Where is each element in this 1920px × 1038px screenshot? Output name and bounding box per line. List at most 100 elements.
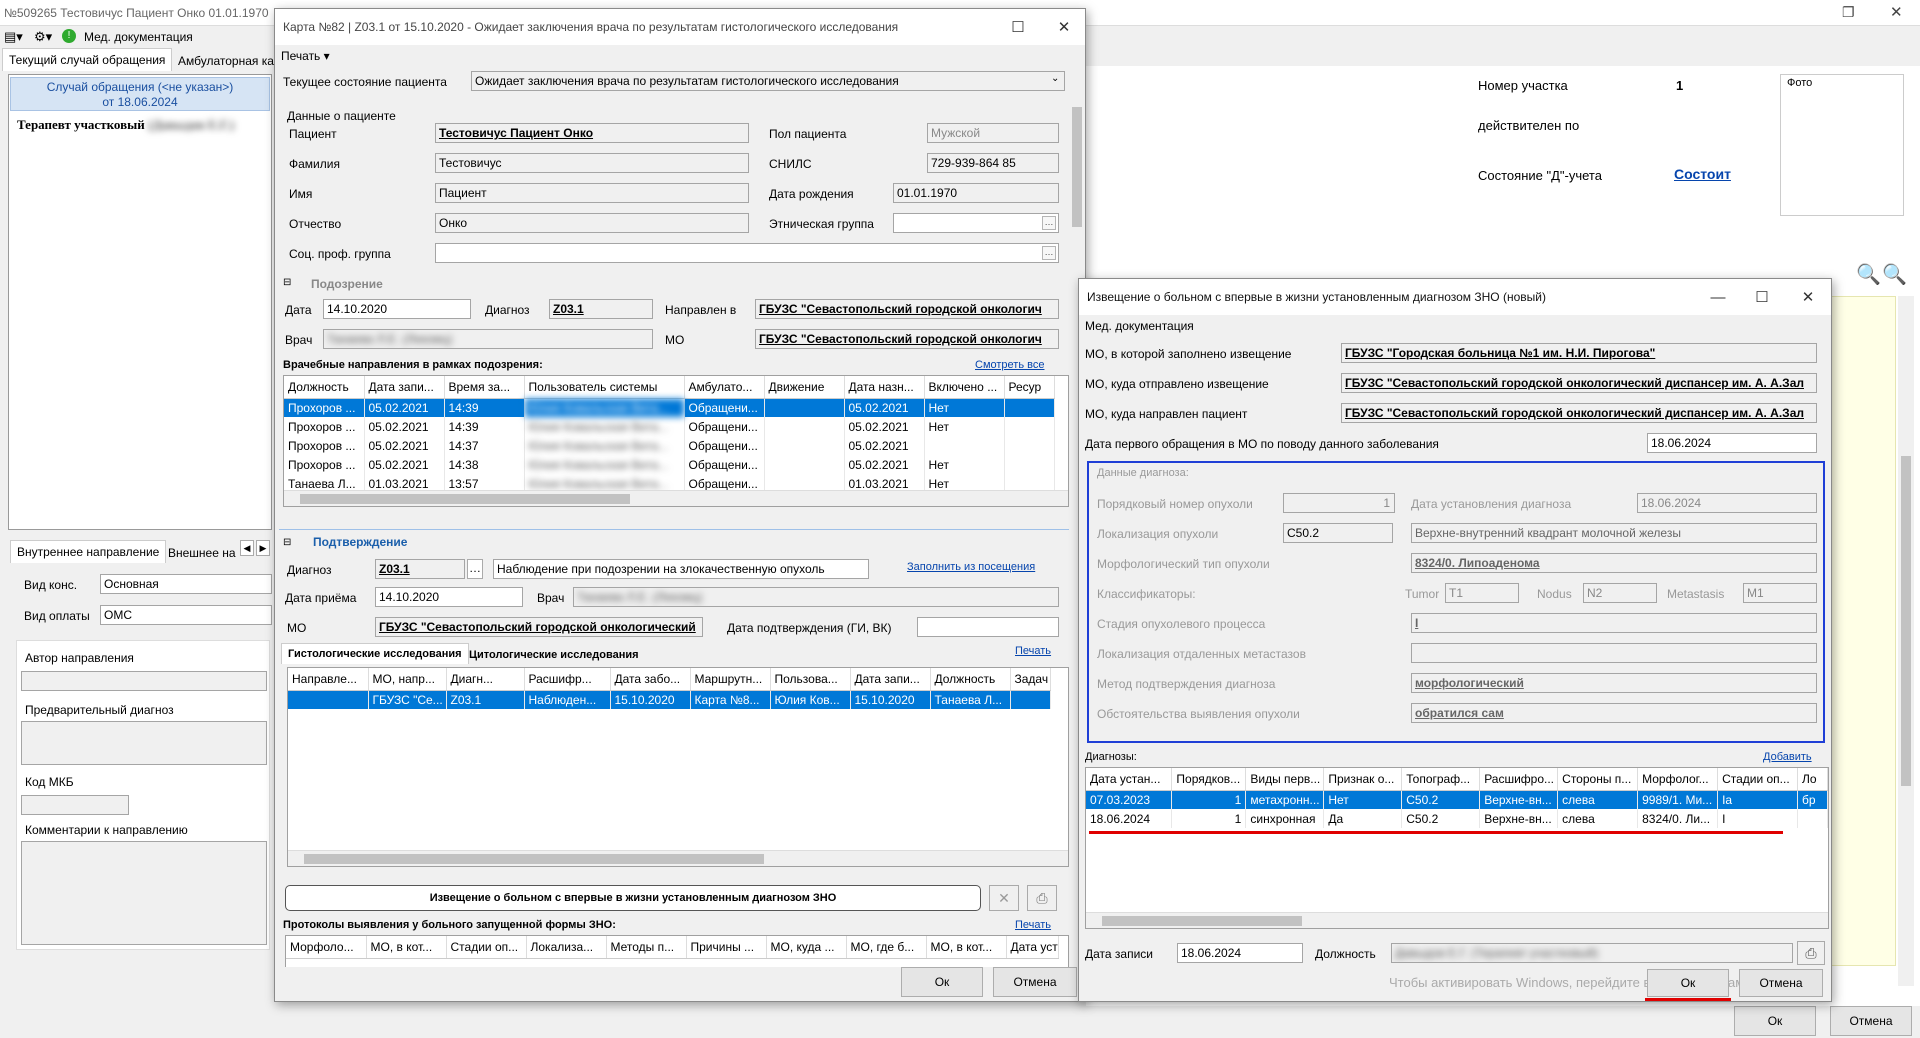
histo-col-header[interactable]: Расшифр... [524,668,611,691]
diag-col-header[interactable]: Признак о... [1323,768,1403,791]
refs-col-header[interactable]: Амбулато... [684,376,765,399]
notice-cancel-button[interactable]: Отмена [1739,969,1823,997]
tab-histology[interactable]: Гистологические исследования [281,643,469,664]
notice-ok-button[interactable]: Ок [1647,969,1729,997]
author-field[interactable] [21,671,267,691]
case-header[interactable]: Случай обращения (<не указан>) от 18.06.… [10,77,270,111]
histo-col-header[interactable]: Задач [1010,668,1051,691]
save-icon[interactable]: ▤▾ [4,29,23,45]
loc-code-field[interactable]: C50.2 [1283,523,1393,543]
diagnoses-hscroll-thumb[interactable] [1102,916,1302,926]
eth-picker-icon[interactable]: … [1042,216,1056,230]
histo-col-header[interactable]: Маршрутн... [690,668,771,691]
card-ok-button[interactable]: Ок [901,967,983,997]
main-cancel-button[interactable]: Отмена [1830,1006,1912,1036]
histo-col-header[interactable]: Диагн... [446,668,525,691]
diag-field[interactable]: Z03.1 [549,299,653,319]
right-scrollbar[interactable] [1898,296,1914,986]
proto-col-header[interactable]: МО, в кот... [926,936,1007,959]
card-cancel-button[interactable]: Отмена [993,967,1077,997]
proto-col-header[interactable]: МО, в кот... [366,936,447,959]
mo-field[interactable]: ГБУЗС "Севастопольский городской онколог… [755,329,1059,349]
state-select[interactable]: Ожидает заключения врача по результатам … [471,71,1065,91]
histo-print-link[interactable]: Печать [1015,645,1051,657]
histo-col-header[interactable]: Направле... [288,668,369,691]
notice-delete-icon[interactable]: ✕ [989,885,1019,911]
rec-date-field[interactable]: 18.06.2024 [1177,943,1303,963]
stage-field[interactable]: I [1411,613,1817,633]
adm-field[interactable]: 14.10.2020 [375,587,523,607]
proto-col-header[interactable]: Стадии оп... [446,936,527,959]
tab-cytology[interactable]: Цитологические исследования [463,645,645,665]
dstate-link[interactable]: Состоит [1674,166,1731,182]
proto-print-link[interactable]: Печать [1015,919,1051,931]
surname-field[interactable]: Тестовичус [435,153,749,173]
meta-field[interactable]: M1 [1743,583,1817,603]
diag-col-header[interactable]: Расшифро... [1479,768,1559,791]
snils-field[interactable]: 729-939-864 85 [927,153,1059,173]
diag-col-header[interactable]: Порядков... [1171,768,1247,791]
histo-hscroll-thumb[interactable] [304,854,764,864]
mo-fill-field[interactable]: ГБУЗС "Городская больница №1 им. Н.И. Пи… [1341,343,1817,363]
tab-external-referral[interactable]: Внешнее на [162,542,240,564]
histo-col-header[interactable]: Дата забо... [610,668,691,691]
diagnoses-hscroll[interactable] [1086,912,1828,928]
notice-footer-print-icon[interactable]: ⎙ [1797,941,1825,965]
card-close-icon[interactable]: ✕ [1041,9,1087,45]
mo-dir-field[interactable]: ГБУЗС "Севастопольский городской онколог… [1341,403,1817,423]
right-scroll-thumb[interactable] [1901,456,1911,786]
refs-col-header[interactable]: Дата запи... [364,376,445,399]
morph-field[interactable]: 8324/0. Липоаденома [1411,553,1817,573]
proto-col-header[interactable]: Локализа... [526,936,607,959]
pay-select[interactable]: ОМС [100,605,272,625]
soc-picker-icon[interactable]: … [1042,246,1056,260]
position-field[interactable]: Давыдов Е.Г. (Терапевт участковый) [1391,943,1793,963]
first-visit-field[interactable]: 18.06.2024 [1647,433,1817,453]
table-row[interactable]: ГБУЗС "Се... Z03.1 Наблюден... 15.10.2020 Ка… [288,690,1051,709]
table-row[interactable]: 07.03.2023 1 метахронн... Нет C50.2 Верхне-вн… [1086,790,1828,809]
comment-field[interactable] [21,841,267,945]
refs-col-header[interactable]: Движение [764,376,845,399]
tab-ambulatory[interactable]: Амбулаторная ка [172,50,276,72]
tnum-field[interactable]: 1 [1283,493,1395,513]
soc-field[interactable]: … [435,243,1059,263]
table-row[interactable]: Прохоров ... 05.02.2021 14:38 Юлия Ковальск… [284,455,1055,474]
dob-field[interactable]: 01.01.1970 [893,183,1059,203]
notice-close-icon[interactable]: ✕ [1785,279,1831,315]
card-maximize-icon[interactable]: ☐ [995,9,1041,45]
table-row[interactable]: 18.06.2024 1 синхронная Да C50.2 Верхне-вн...… [1086,809,1828,828]
proto-col-header[interactable]: МО, куда ... [766,936,847,959]
mo-sent-field[interactable]: ГБУЗС "Севастопольский городской онколог… [1341,373,1817,393]
sex-select[interactable]: Мужской [927,123,1059,143]
state-select-chevron-icon[interactable]: ⌄ [1051,73,1059,84]
refs-hscroll[interactable] [284,490,1068,506]
patr-field[interactable]: Онко [435,213,749,233]
histo-col-header[interactable]: Пользова... [770,668,851,691]
dset-field[interactable]: 18.06.2024 [1637,493,1817,513]
method-field[interactable]: морфологический [1411,673,1817,693]
refs-col-header[interactable]: Дата назн... [844,376,925,399]
notice-minimize-icon[interactable]: — [1695,279,1741,315]
notice-maximize-icon[interactable]: ☐ [1739,279,1785,315]
refs-col-header[interactable]: Время за... [444,376,525,399]
tab-scroll-left[interactable]: ◀ [240,540,254,556]
cdiag-text-field[interactable]: Наблюдение при подозрении на злокачестве… [493,559,869,579]
table-row[interactable]: Прохоров ... 05.02.2021 14:39 Юлия Ковальск… [284,398,1055,417]
notice-print-icon[interactable]: ⎙ [1027,885,1057,911]
proto-col-header[interactable]: МО, где б... [846,936,927,959]
mkb-field[interactable] [21,795,129,815]
refs-hscroll-thumb[interactable] [300,494,630,504]
cmo-field[interactable]: ГБУЗС "Севастопольский городской онколог… [375,617,703,637]
diag-col-header[interactable]: Стадии оп... [1717,768,1798,791]
tab-current-case[interactable]: Текущий случай обращения [2,48,173,71]
nodus-field[interactable]: N2 [1583,583,1657,603]
conf-collapse-icon[interactable]: ⊟ [283,537,291,548]
main-ok-button[interactable]: Ок [1734,1006,1816,1036]
zoom-in-icon[interactable]: 🔍 [1856,262,1881,287]
zoom-out-icon[interactable]: 🔍 [1882,262,1907,287]
refs-col-header[interactable]: Включено ... [924,376,1005,399]
table-row[interactable]: Прохоров ... 05.02.2021 14:39 Юлия Ковальск… [284,417,1055,436]
cdoc-field[interactable]: Танаева Л.Е. (Лекомц) [573,587,1059,607]
refs-view-all-link[interactable]: Смотреть все [975,359,1044,371]
diag-col-header[interactable]: Виды перв... [1245,768,1325,791]
